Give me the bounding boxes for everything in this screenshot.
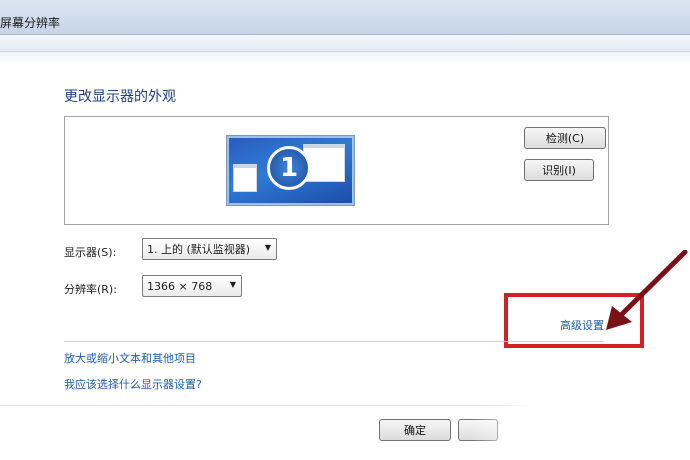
chevron-down-icon: ▼: [264, 243, 271, 252]
display-select-value: 1. 上的 (默认监视器): [147, 243, 251, 256]
page-title: 更改显示器的外观: [64, 89, 176, 105]
which-settings-link[interactable]: 我应该选择什么显示器设置?: [64, 376, 202, 392]
monitor-number-badge: 1: [267, 146, 311, 190]
window-titlebar: 屏幕分辨率: [0, 0, 690, 35]
pointer-arrow-icon: [606, 250, 688, 330]
display-label: 显示器(S):: [64, 246, 117, 259]
display-select[interactable]: 1. 上的 (默认监视器) ▼: [142, 238, 277, 260]
divider: [64, 341, 604, 342]
text-size-link[interactable]: 放大或缩小文本和其他项目: [64, 350, 196, 366]
image-artifact: [470, 362, 690, 460]
resolution-select-value: 1366 × 768: [147, 279, 213, 293]
ok-button[interactable]: 确定: [379, 419, 451, 441]
toolbar-strip: [0, 52, 690, 62]
address-bar: [0, 35, 690, 52]
window-thumbnail-left: [233, 164, 257, 192]
detect-button[interactable]: 检测(C): [524, 127, 606, 149]
resolution-select[interactable]: 1366 × 768 ▼: [142, 275, 242, 297]
monitor-icon[interactable]: 1: [226, 135, 355, 206]
identify-button[interactable]: 识别(I): [524, 159, 594, 181]
window-title: 屏幕分辨率: [0, 16, 61, 30]
resolution-label: 分辨率(R):: [64, 283, 117, 296]
chevron-down-icon: ▼: [229, 280, 236, 289]
